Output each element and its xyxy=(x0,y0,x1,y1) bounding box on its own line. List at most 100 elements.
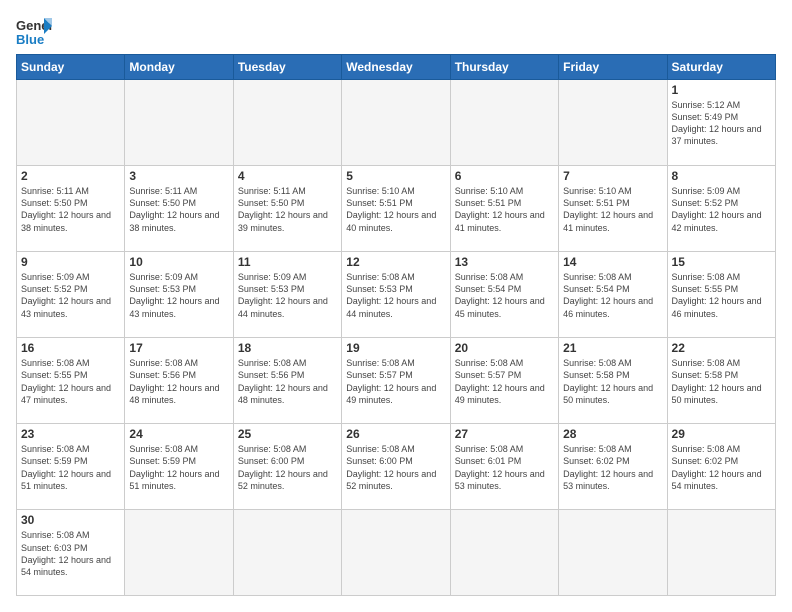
day-info: Sunrise: 5:08 AMSunset: 5:53 PMDaylight:… xyxy=(346,271,445,320)
calendar-cell xyxy=(667,510,775,596)
day-info: Sunrise: 5:08 AMSunset: 6:01 PMDaylight:… xyxy=(455,443,554,492)
calendar-cell: 28 Sunrise: 5:08 AMSunset: 6:02 PMDayligh… xyxy=(559,424,667,510)
day-number: 14 xyxy=(563,255,662,269)
logo-icon: General Blue xyxy=(16,16,52,46)
day-number: 21 xyxy=(563,341,662,355)
day-info: Sunrise: 5:10 AMSunset: 5:51 PMDaylight:… xyxy=(346,185,445,234)
week-row-0: 1 Sunrise: 5:12 AMSunset: 5:49 PMDaylight… xyxy=(17,80,776,166)
day-number: 17 xyxy=(129,341,228,355)
day-info: Sunrise: 5:12 AMSunset: 5:49 PMDaylight:… xyxy=(672,99,771,148)
day-info: Sunrise: 5:09 AMSunset: 5:53 PMDaylight:… xyxy=(129,271,228,320)
calendar-cell: 12 Sunrise: 5:08 AMSunset: 5:53 PMDayligh… xyxy=(342,252,450,338)
calendar-cell xyxy=(233,80,341,166)
day-info: Sunrise: 5:08 AMSunset: 5:58 PMDaylight:… xyxy=(672,357,771,406)
calendar-cell: 25 Sunrise: 5:08 AMSunset: 6:00 PMDayligh… xyxy=(233,424,341,510)
day-number: 29 xyxy=(672,427,771,441)
calendar-cell: 9 Sunrise: 5:09 AMSunset: 5:52 PMDaylight… xyxy=(17,252,125,338)
calendar-cell: 8Sunrise: 5:09 AMSunset: 5:52 PMDaylight… xyxy=(667,166,775,252)
weekday-header-tuesday: Tuesday xyxy=(233,55,341,80)
weekday-header-friday: Friday xyxy=(559,55,667,80)
day-info: Sunrise: 5:08 AMSunset: 6:00 PMDaylight:… xyxy=(238,443,337,492)
calendar-cell: 10Sunrise: 5:09 AMSunset: 5:53 PMDayligh… xyxy=(125,252,233,338)
day-info: Sunrise: 5:08 AMSunset: 5:55 PMDaylight:… xyxy=(672,271,771,320)
day-info: Sunrise: 5:10 AMSunset: 5:51 PMDaylight:… xyxy=(563,185,662,234)
day-info: Sunrise: 5:08 AMSunset: 6:02 PMDaylight:… xyxy=(563,443,662,492)
weekday-header-monday: Monday xyxy=(125,55,233,80)
calendar-cell xyxy=(125,80,233,166)
day-number: 7 xyxy=(563,169,662,183)
day-number: 4 xyxy=(238,169,337,183)
day-info: Sunrise: 5:08 AMSunset: 6:00 PMDaylight:… xyxy=(346,443,445,492)
day-number: 2 xyxy=(21,169,120,183)
logo: General Blue xyxy=(16,16,52,46)
calendar-cell: 17 Sunrise: 5:08 AMSunset: 5:56 PMDayligh… xyxy=(125,338,233,424)
day-number: 1 xyxy=(672,83,771,97)
day-number: 24 xyxy=(129,427,228,441)
day-info: Sunrise: 5:08 AMSunset: 5:56 PMDaylight:… xyxy=(238,357,337,406)
weekday-header-saturday: Saturday xyxy=(667,55,775,80)
calendar-cell: 22 Sunrise: 5:08 AMSunset: 5:58 PMDayligh… xyxy=(667,338,775,424)
week-row-1: 2 Sunrise: 5:11 AMSunset: 5:50 PMDaylight… xyxy=(17,166,776,252)
svg-text:Blue: Blue xyxy=(16,32,44,46)
calendar-cell: 16Sunrise: 5:08 AMSunset: 5:55 PMDayligh… xyxy=(17,338,125,424)
calendar-cell xyxy=(233,510,341,596)
week-row-5: 30Sunrise: 5:08 AMSunset: 6:03 PMDayligh… xyxy=(17,510,776,596)
calendar-cell: 13 Sunrise: 5:08 AMSunset: 5:54 PMDayligh… xyxy=(450,252,558,338)
day-info: Sunrise: 5:08 AMSunset: 5:56 PMDaylight:… xyxy=(129,357,228,406)
calendar-cell: 7 Sunrise: 5:10 AMSunset: 5:51 PMDaylight… xyxy=(559,166,667,252)
day-number: 18 xyxy=(238,341,337,355)
day-number: 9 xyxy=(21,255,120,269)
calendar-cell xyxy=(450,510,558,596)
calendar-cell xyxy=(559,80,667,166)
day-info: Sunrise: 5:08 AMSunset: 5:57 PMDaylight:… xyxy=(455,357,554,406)
header: General Blue xyxy=(16,16,776,46)
day-number: 23 xyxy=(21,427,120,441)
weekday-header-wednesday: Wednesday xyxy=(342,55,450,80)
calendar-cell: 23Sunrise: 5:08 AMSunset: 5:59 PMDayligh… xyxy=(17,424,125,510)
day-info: Sunrise: 5:08 AMSunset: 5:58 PMDaylight:… xyxy=(563,357,662,406)
calendar-cell: 20 Sunrise: 5:08 AMSunset: 5:57 PMDayligh… xyxy=(450,338,558,424)
day-info: Sunrise: 5:08 AMSunset: 5:55 PMDaylight:… xyxy=(21,357,120,406)
day-info: Sunrise: 5:09 AMSunset: 5:52 PMDaylight:… xyxy=(21,271,120,320)
calendar-cell xyxy=(342,80,450,166)
day-info: Sunrise: 5:09 AMSunset: 5:53 PMDaylight:… xyxy=(238,271,337,320)
week-row-2: 9 Sunrise: 5:09 AMSunset: 5:52 PMDaylight… xyxy=(17,252,776,338)
day-info: Sunrise: 5:10 AMSunset: 5:51 PMDaylight:… xyxy=(455,185,554,234)
weekday-header-sunday: Sunday xyxy=(17,55,125,80)
weekday-header-thursday: Thursday xyxy=(450,55,558,80)
calendar-cell: 11 Sunrise: 5:09 AMSunset: 5:53 PMDayligh… xyxy=(233,252,341,338)
calendar-cell: 2 Sunrise: 5:11 AMSunset: 5:50 PMDaylight… xyxy=(17,166,125,252)
day-number: 11 xyxy=(238,255,337,269)
calendar-cell: 1 Sunrise: 5:12 AMSunset: 5:49 PMDaylight… xyxy=(667,80,775,166)
day-info: Sunrise: 5:08 AMSunset: 5:59 PMDaylight:… xyxy=(129,443,228,492)
calendar-cell: 5Sunrise: 5:10 AMSunset: 5:51 PMDaylight… xyxy=(342,166,450,252)
day-info: Sunrise: 5:08 AMSunset: 6:03 PMDaylight:… xyxy=(21,529,120,578)
day-number: 8 xyxy=(672,169,771,183)
day-number: 13 xyxy=(455,255,554,269)
day-number: 15 xyxy=(672,255,771,269)
calendar-cell: 29 Sunrise: 5:08 AMSunset: 6:02 PMDayligh… xyxy=(667,424,775,510)
calendar-cell xyxy=(450,80,558,166)
day-number: 6 xyxy=(455,169,554,183)
day-number: 25 xyxy=(238,427,337,441)
day-info: Sunrise: 5:11 AMSunset: 5:50 PMDaylight:… xyxy=(21,185,120,234)
day-number: 28 xyxy=(563,427,662,441)
calendar-cell xyxy=(17,80,125,166)
calendar-cell: 30Sunrise: 5:08 AMSunset: 6:03 PMDayligh… xyxy=(17,510,125,596)
calendar-cell: 18 Sunrise: 5:08 AMSunset: 5:56 PMDayligh… xyxy=(233,338,341,424)
calendar-cell: 4Sunrise: 5:11 AMSunset: 5:50 PMDaylight… xyxy=(233,166,341,252)
calendar-cell: 15 Sunrise: 5:08 AMSunset: 5:55 PMDayligh… xyxy=(667,252,775,338)
calendar-cell xyxy=(342,510,450,596)
day-info: Sunrise: 5:08 AMSunset: 5:54 PMDaylight:… xyxy=(563,271,662,320)
day-info: Sunrise: 5:08 AMSunset: 5:54 PMDaylight:… xyxy=(455,271,554,320)
calendar-cell: 26 Sunrise: 5:08 AMSunset: 6:00 PMDayligh… xyxy=(342,424,450,510)
day-number: 22 xyxy=(672,341,771,355)
day-number: 12 xyxy=(346,255,445,269)
day-number: 20 xyxy=(455,341,554,355)
day-number: 26 xyxy=(346,427,445,441)
day-info: Sunrise: 5:08 AMSunset: 6:02 PMDaylight:… xyxy=(672,443,771,492)
day-number: 19 xyxy=(346,341,445,355)
calendar-cell: 21 Sunrise: 5:08 AMSunset: 5:58 PMDayligh… xyxy=(559,338,667,424)
week-row-4: 23 Sunrise: 5:08 AMSunset: 5:59 PMDayligh… xyxy=(17,424,776,510)
page: General Blue SundayMondayTuesdayWednesda… xyxy=(0,0,792,612)
